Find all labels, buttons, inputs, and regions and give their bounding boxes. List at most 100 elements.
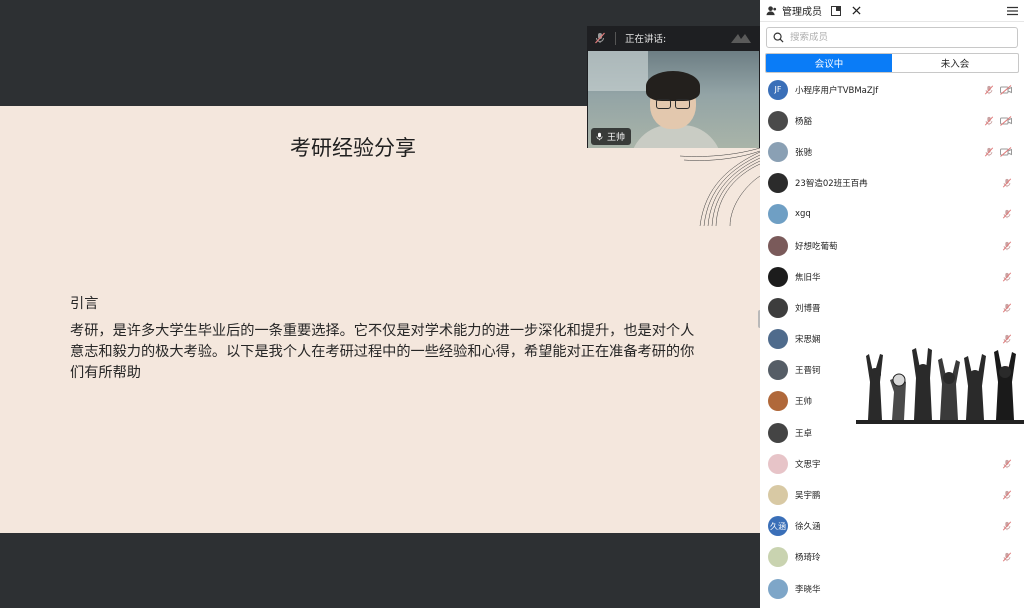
member-name: 张驰 xyxy=(795,147,813,158)
member-row[interactable]: 吴宇鹏 xyxy=(760,479,1024,510)
member-name: 杨豁 xyxy=(795,116,813,127)
tab-in-meeting[interactable]: 会议中 xyxy=(766,54,892,72)
member-name: 焦旧华 xyxy=(795,272,821,283)
member-row[interactable]: 刘博晋 xyxy=(760,292,1024,323)
mic-muted-icon[interactable] xyxy=(1002,272,1012,282)
member-row[interactable]: xgq xyxy=(760,199,1024,230)
camera-off-icon[interactable] xyxy=(1000,115,1012,126)
member-search-box[interactable] xyxy=(766,27,1018,48)
avatar xyxy=(768,110,788,131)
member-status-icons xyxy=(1002,272,1012,282)
presentation-slide: 考研经验分享 引言 考研，是许多大学生毕业后的一条重要选择。它不仅是对学术能力的… xyxy=(0,106,760,533)
slide-heading: 引言 xyxy=(70,296,99,312)
member-name: 宋思娴 xyxy=(795,335,821,346)
video-person-glasses-right xyxy=(675,99,690,109)
avatar xyxy=(768,204,788,225)
speaker-bar: 正在讲话: xyxy=(587,26,760,50)
member-status-icons xyxy=(1002,521,1012,531)
member-row[interactable]: 好想吃葡萄 xyxy=(760,230,1024,261)
member-row[interactable]: 李晓华 xyxy=(760,573,1024,604)
member-status-icons xyxy=(1002,552,1012,562)
video-person-hair xyxy=(646,71,700,101)
active-speaker-tile[interactable]: 正在讲话: 王帅 xyxy=(587,26,760,148)
mic-muted-icon[interactable] xyxy=(1002,552,1012,562)
panel-tab-manage-members[interactable]: 管理成员 xyxy=(766,3,822,18)
member-status-icons xyxy=(1002,459,1012,469)
video-person-glasses-left xyxy=(656,99,671,109)
member-status-icons xyxy=(984,84,1012,95)
close-icon[interactable] xyxy=(850,5,862,17)
member-row[interactable]: JF 小程序用户TVBMaZJf xyxy=(760,74,1024,105)
member-status-icons xyxy=(1002,178,1012,188)
speaking-label: 正在讲话: xyxy=(625,34,667,45)
member-name: 杨琦玲 xyxy=(795,553,821,564)
member-status-tabs: 会议中 未入会 xyxy=(765,53,1019,73)
tab-not-joined[interactable]: 未入会 xyxy=(892,54,1018,72)
member-row[interactable]: 张驰 xyxy=(760,136,1024,167)
member-panel: 管理成员 会议中 未入会 JF 小程序用户TVBMaZJf 杨豁张驰 23智造02班王… xyxy=(760,0,1024,608)
avatar xyxy=(768,266,788,287)
avatar xyxy=(768,360,788,381)
member-status-icons xyxy=(984,147,1012,157)
avatar xyxy=(768,547,788,568)
member-row[interactable]: 久涵 徐久涵 xyxy=(760,511,1024,542)
member-row[interactable]: 文思宇 xyxy=(760,448,1024,479)
member-status-icons xyxy=(1002,490,1012,500)
member-name: 王卓 xyxy=(795,428,813,439)
mic-muted-icon xyxy=(595,32,605,44)
mic-muted-icon[interactable] xyxy=(984,147,994,157)
search-icon xyxy=(773,32,784,43)
member-status-icons xyxy=(1002,303,1012,313)
member-list: JF 小程序用户TVBMaZJf 杨豁张驰 23智造02班王百冉 xgq 好想吃葡萄焦旧华… xyxy=(760,74,1024,604)
member-name: 文思宇 xyxy=(795,459,821,470)
avatar xyxy=(768,297,788,318)
menu-icon[interactable] xyxy=(1006,5,1018,17)
member-name: 23智造02班王百冉 xyxy=(795,179,868,190)
mic-muted-icon[interactable] xyxy=(1002,178,1012,188)
popout-icon[interactable] xyxy=(830,5,842,17)
member-row[interactable]: 焦旧华 xyxy=(760,261,1024,292)
avatar xyxy=(768,391,788,412)
expand-icon[interactable] xyxy=(729,31,753,45)
video-background-window xyxy=(588,51,648,91)
mic-muted-icon[interactable] xyxy=(984,116,994,126)
mic-muted-icon[interactable] xyxy=(1002,459,1012,469)
avatar: 久涵 xyxy=(768,516,788,537)
avatar xyxy=(768,141,788,162)
member-name: 吴宇鹏 xyxy=(795,491,821,502)
member-name: 小程序用户TVBMaZJf xyxy=(795,85,879,96)
mic-muted-icon[interactable] xyxy=(1002,209,1012,219)
mic-muted-icon[interactable] xyxy=(1002,241,1012,251)
member-row[interactable]: 杨琦玲 xyxy=(760,542,1024,573)
member-name: 刘博晋 xyxy=(795,303,821,314)
member-status-icons xyxy=(1002,209,1012,219)
avatar xyxy=(768,453,788,474)
avatar xyxy=(768,329,788,350)
member-status-icons xyxy=(1002,241,1012,251)
member-name: 徐久涵 xyxy=(795,522,821,533)
camera-off-icon[interactable] xyxy=(1000,84,1012,95)
member-name: 李晓华 xyxy=(795,584,821,595)
mic-muted-icon[interactable] xyxy=(1002,490,1012,500)
members-icon xyxy=(766,6,777,16)
speaker-name-tag: 王帅 xyxy=(591,128,632,145)
member-name: 好想吃葡萄 xyxy=(795,241,838,252)
slide-paragraph: 考研，是许多大学生毕业后的一条重要选择。它不仅是对学术能力的进一步深化和提升，也… xyxy=(70,323,695,381)
member-status-icons xyxy=(984,115,1012,126)
panel-title: 管理成员 xyxy=(782,7,822,18)
mic-icon xyxy=(596,132,603,141)
avatar xyxy=(768,235,788,256)
divider xyxy=(615,31,616,45)
mic-muted-icon[interactable] xyxy=(984,85,994,95)
mic-muted-icon[interactable] xyxy=(1002,303,1012,313)
avatar xyxy=(768,422,788,443)
camera-off-icon[interactable] xyxy=(1000,147,1012,157)
member-row[interactable]: 23智造02班王百冉 xyxy=(760,168,1024,199)
mic-muted-icon[interactable] xyxy=(1002,521,1012,531)
avatar: JF xyxy=(768,79,788,100)
slide-body: 引言 考研，是许多大学生毕业后的一条重要选择。它不仅是对学术能力的进一步深化和提… xyxy=(70,294,700,384)
speaker-name: 王帅 xyxy=(607,133,626,143)
search-input[interactable] xyxy=(790,32,990,43)
member-row[interactable]: 杨豁 xyxy=(760,105,1024,136)
avatar xyxy=(768,578,788,599)
